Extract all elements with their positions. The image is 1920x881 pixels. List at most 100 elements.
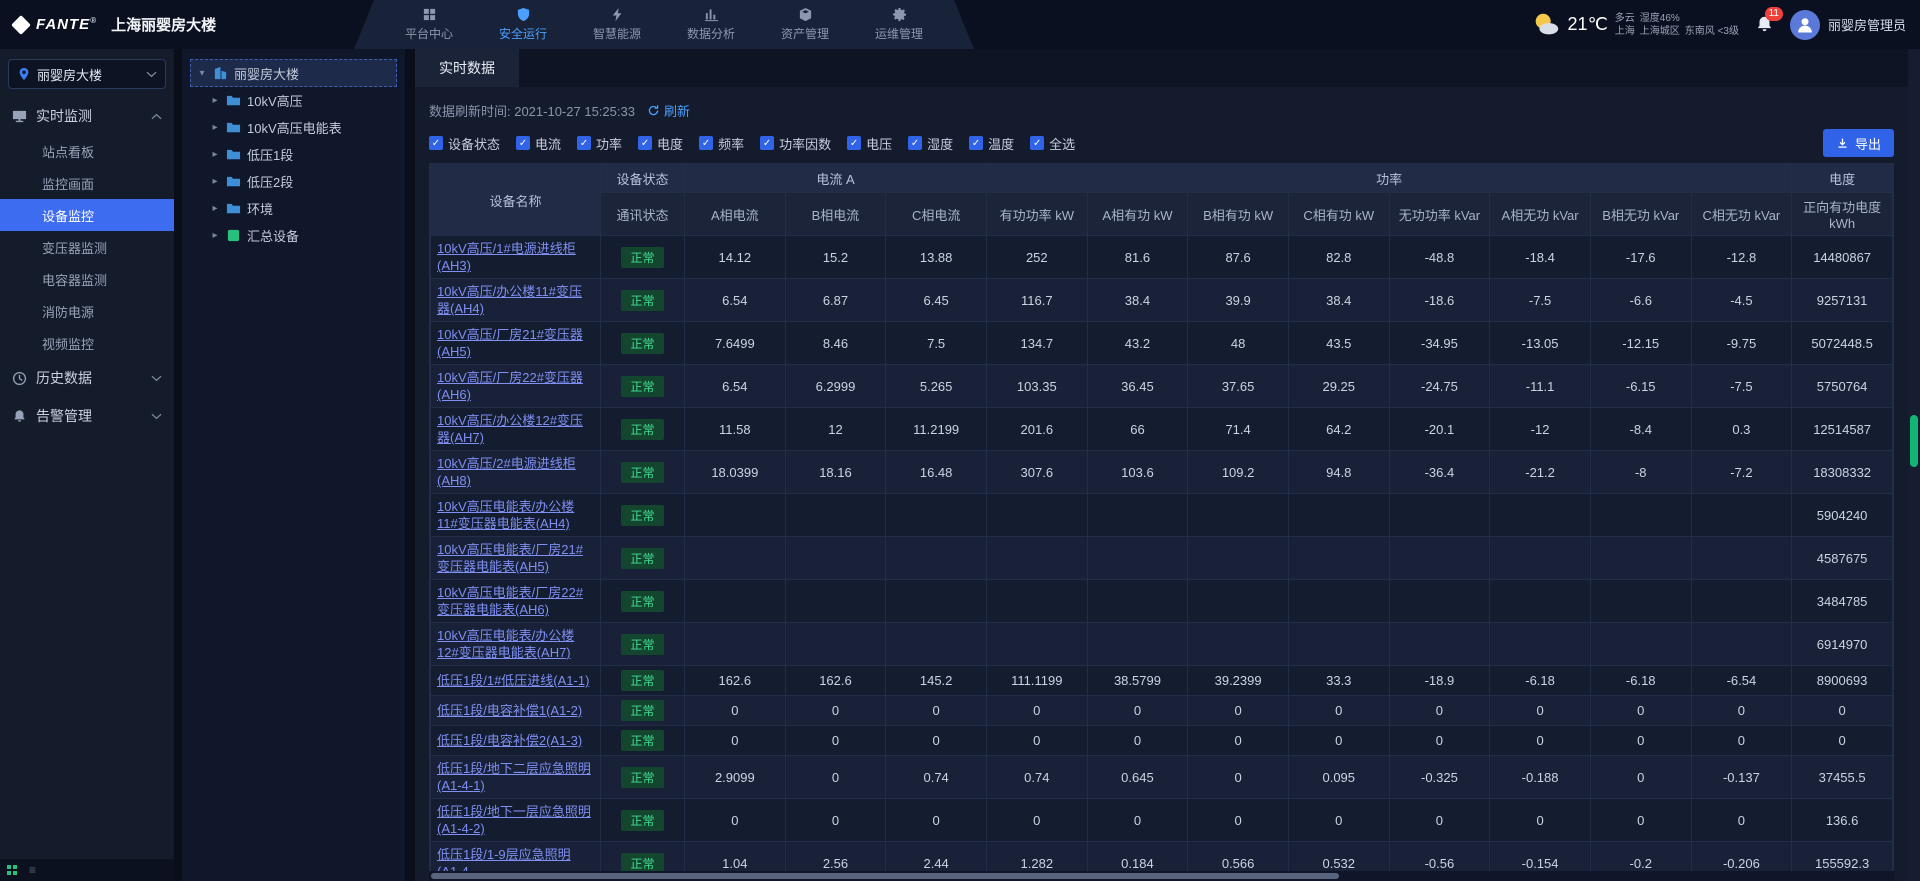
device-name-link[interactable]: 低压1段/地下二层应急照明(A1-4-1)	[437, 761, 591, 793]
device-name-cell: 10kV高压/办公楼12#变压器(AH7)	[431, 408, 601, 451]
tree-item[interactable]: ▸10kV高压	[190, 87, 397, 114]
status-badge: 正常	[621, 462, 663, 483]
device-name-link[interactable]: 10kV高压/厂房22#变压器(AH6)	[437, 370, 583, 402]
value-cell: 87.6	[1188, 236, 1289, 279]
chevron-down-icon	[146, 71, 157, 78]
device-name-link[interactable]: 10kV高压/办公楼12#变压器(AH7)	[437, 413, 583, 445]
value-cell	[1490, 537, 1591, 580]
tree-root[interactable]: ▾ 丽婴房大楼	[190, 59, 397, 87]
checkbox-checked-icon: ✓	[577, 136, 591, 150]
nav-item-1[interactable]: 平台中心	[382, 0, 476, 49]
sidebar-subitem[interactable]: 消防电源	[0, 295, 174, 327]
device-name-link[interactable]: 低压1段/1-9层应急照明(A1-4-	[437, 847, 571, 871]
tree-item[interactable]: ▸环境	[190, 195, 397, 222]
column-header: C相无功 kVar	[1691, 193, 1792, 236]
value-cell	[1288, 623, 1389, 666]
filter-checkbox[interactable]: ✓电流	[516, 134, 561, 153]
device-name-link[interactable]: 10kV高压/2#电源进线柜(AH8)	[437, 456, 576, 488]
status-badge: 正常	[621, 810, 663, 831]
nav-item-2[interactable]: 安全运行	[476, 0, 570, 49]
site-selector-value: 丽婴房大楼	[37, 65, 102, 84]
value-cell: 0	[1389, 799, 1490, 842]
value-cell: 71.4	[1188, 408, 1289, 451]
status-badge: 正常	[621, 670, 663, 691]
device-name-link[interactable]: 低压1段/地下一层应急照明(A1-4-2)	[437, 804, 591, 836]
menu-section-3[interactable]: 告警管理	[0, 397, 174, 435]
platform-icon	[422, 7, 437, 22]
export-button[interactable]: 导出	[1823, 129, 1894, 157]
value-cell: 116.7	[986, 279, 1087, 322]
site-selector[interactable]: 丽婴房大楼	[8, 59, 166, 89]
grid-apps-icon[interactable]	[7, 865, 17, 875]
nav-item-4[interactable]: 数据分析	[664, 0, 758, 49]
menu-section-1[interactable]: 实时监测	[0, 97, 174, 135]
notifications-button[interactable]: 11	[1755, 15, 1774, 34]
device-name-link[interactable]: 低压1段/电容补偿1(A1-2)	[437, 703, 582, 718]
nav-item-6[interactable]: 运维管理	[852, 0, 946, 49]
filter-checkbox[interactable]: ✓温度	[969, 134, 1014, 153]
value-cell: 33.3	[1288, 666, 1389, 696]
value-cell	[1590, 580, 1691, 623]
realtime-data-table-wrap[interactable]: 设备名称设备状态电流 A功率电度通讯状态A相电流B相电流C相电流有功功率 kWA…	[429, 163, 1894, 871]
vertical-scrollbar[interactable]	[1908, 49, 1920, 881]
horizontal-scrollbar-thumb[interactable]	[431, 873, 1339, 879]
tab-realtime-data[interactable]: 实时数据	[415, 49, 519, 87]
device-name-cell: 低压1段/地下一层应急照明(A1-4-2)	[431, 799, 601, 842]
status-cell: 正常	[601, 494, 685, 537]
device-name-link[interactable]: 10kV高压电能表/厂房21#变压器电能表(AH5)	[437, 542, 583, 574]
filter-checkbox[interactable]: ✓功率因数	[760, 134, 831, 153]
value-cell: -0.188	[1490, 756, 1591, 799]
device-name-link[interactable]: 低压1段/1#低压进线(A1-1)	[437, 673, 589, 688]
refresh-row: 数据刷新时间: 2021-10-27 15:25:33 刷新	[429, 97, 1894, 123]
column-group-header: 电度	[1792, 165, 1893, 193]
value-cell	[1188, 537, 1289, 580]
value-cell: 0.095	[1288, 756, 1389, 799]
filter-checkbox[interactable]: ✓功率	[577, 134, 622, 153]
filter-checkbox[interactable]: ✓频率	[699, 134, 744, 153]
sidebar-subitem[interactable]: 视频监控	[0, 327, 174, 359]
checkbox-checked-icon: ✓	[847, 136, 861, 150]
filter-checkbox[interactable]: ✓全选	[1030, 134, 1075, 153]
value-cell: 162.6	[785, 666, 886, 696]
checkbox-checked-icon: ✓	[516, 136, 530, 150]
device-name-link[interactable]: 10kV高压/办公楼11#变压器(AH4)	[437, 284, 582, 316]
nav-item-3[interactable]: 智慧能源	[570, 0, 664, 49]
device-name-link[interactable]: 10kV高压/厂房21#变压器(AH5)	[437, 327, 583, 359]
device-name-link[interactable]: 10kV高压/1#电源进线柜(AH3)	[437, 241, 576, 273]
tree-item[interactable]: ▸低压1段	[190, 141, 397, 168]
tree-item[interactable]: ▸汇总设备	[190, 222, 397, 249]
value-cell: 109.2	[1188, 451, 1289, 494]
weather-humidity: 湿度46%	[1640, 12, 1680, 25]
value-cell: -11.1	[1490, 365, 1591, 408]
filter-checkbox[interactable]: ✓湿度	[908, 134, 953, 153]
table-row: 10kV高压/厂房22#变压器(AH6)正常6.546.29995.265103…	[431, 365, 1893, 408]
table-row: 10kV高压/厂房21#变压器(AH5)正常7.64998.467.5134.7…	[431, 322, 1893, 365]
device-name-link[interactable]: 10kV高压电能表/办公楼12#变压器电能表(AH7)	[437, 628, 574, 660]
value-cell: 0.532	[1288, 842, 1389, 872]
filter-checkbox[interactable]: ✓设备状态	[429, 134, 500, 153]
user-menu[interactable]: 丽婴房管理员	[1790, 10, 1906, 40]
sidebar-subitem[interactable]: 电容器监测	[0, 263, 174, 295]
nav-item-label: 资产管理	[781, 25, 829, 42]
menu-section-2[interactable]: 历史数据	[0, 359, 174, 397]
sidebar-subitem[interactable]: 监控画面	[0, 167, 174, 199]
collapse-menu-icon[interactable]: ≡	[29, 864, 36, 876]
checkbox-checked-icon: ✓	[429, 136, 443, 150]
device-name-link[interactable]: 10kV高压电能表/办公楼11#变压器电能表(AH4)	[437, 499, 574, 531]
value-cell: 1.282	[986, 842, 1087, 872]
filter-checkbox[interactable]: ✓电压	[847, 134, 892, 153]
device-name-link[interactable]: 低压1段/电容补偿2(A1-3)	[437, 733, 582, 748]
filter-checkbox[interactable]: ✓电度	[638, 134, 683, 153]
nav-item-5[interactable]: 资产管理	[758, 0, 852, 49]
tree-item[interactable]: ▸10kV高压电能表	[190, 114, 397, 141]
tree-item[interactable]: ▸低压2段	[190, 168, 397, 195]
sidebar-subitem[interactable]: 设备监控	[0, 199, 174, 231]
sidebar-subitem[interactable]: 变压器监测	[0, 231, 174, 263]
device-name-link[interactable]: 10kV高压电能表/厂房22#变压器电能表(AH6)	[437, 585, 583, 617]
vertical-scrollbar-thumb[interactable]	[1910, 415, 1918, 467]
refresh-button[interactable]: 刷新	[647, 101, 690, 120]
horizontal-scrollbar[interactable]	[429, 871, 1894, 881]
device-name-cell: 低压1段/电容补偿1(A1-2)	[431, 696, 601, 726]
sidebar-subitem[interactable]: 站点看板	[0, 135, 174, 167]
status-cell: 正常	[601, 451, 685, 494]
